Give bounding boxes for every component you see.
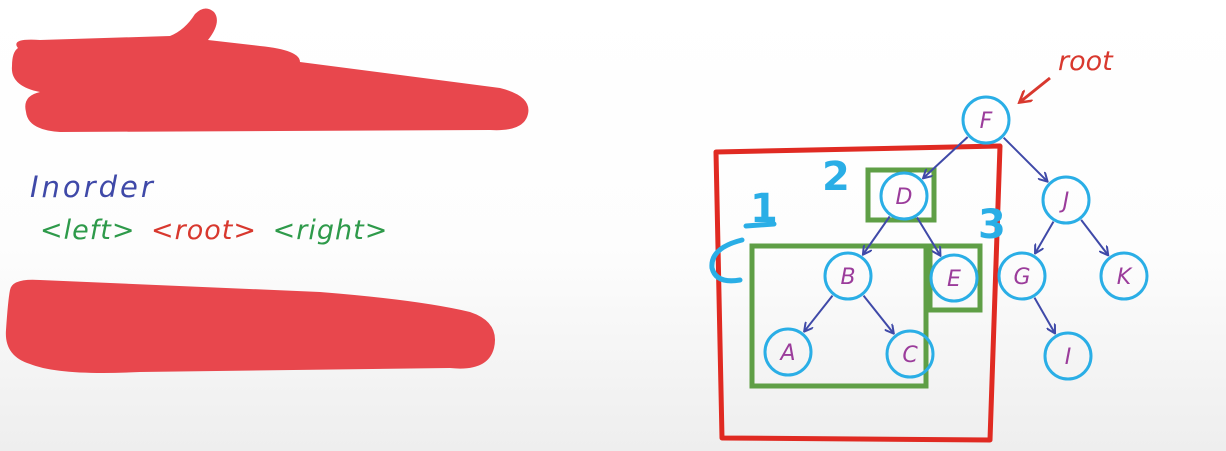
tree-node-E: E	[929, 253, 979, 303]
rule-left: <left>	[40, 215, 135, 246]
rule-right: <right>	[273, 215, 389, 246]
rule-root: <root>	[151, 215, 257, 246]
tree-node-K: K	[1099, 251, 1149, 301]
step-2: 2	[822, 154, 850, 200]
edge-B-C	[862, 294, 894, 333]
node-label-I: I	[1065, 345, 1072, 370]
node-label-A: A	[778, 341, 795, 366]
redaction-top	[11, 8, 529, 133]
node-label-D: D	[896, 185, 913, 210]
edge-B-A	[805, 295, 834, 331]
tree-edges	[805, 136, 1108, 333]
box-B-subtree	[749, 243, 929, 389]
root-arrow	[1020, 76, 1051, 102]
tree-node-B: B	[823, 251, 873, 301]
edge-G-I	[1033, 297, 1054, 333]
tree-node-I: I	[1043, 331, 1093, 381]
edge-F-J	[1002, 136, 1047, 181]
node-label-E: E	[947, 267, 961, 292]
edge-J-G	[1036, 221, 1055, 253]
step-1-underline	[743, 221, 777, 229]
node-label-G: G	[1013, 265, 1030, 290]
inorder-diagram: Inorder <left> <root> <right> 1 2 3 root…	[5, 8, 1149, 443]
rule-text: <left> <root> <right>	[40, 215, 388, 246]
tree-node-J: J	[1041, 175, 1091, 225]
edge-F-D	[924, 136, 969, 178]
tree-nodes: F D J B E G K A C I	[763, 95, 1149, 381]
step-3: 3	[978, 202, 1006, 248]
edge-J-K	[1080, 219, 1107, 255]
tree-node-G: G	[997, 251, 1047, 301]
root-label: root	[1058, 46, 1114, 77]
node-label-C: C	[902, 343, 918, 368]
node-label-J: J	[1059, 189, 1070, 214]
node-label-B: B	[840, 265, 855, 290]
tree-node-A: A	[763, 327, 813, 377]
tree-node-F: F	[961, 95, 1011, 145]
inorder-heading: Inorder	[30, 170, 156, 204]
redaction-bottom	[5, 279, 495, 373]
node-label-K: K	[1117, 265, 1133, 290]
node-label-F: F	[980, 109, 993, 134]
tree-node-D: D	[879, 171, 929, 221]
